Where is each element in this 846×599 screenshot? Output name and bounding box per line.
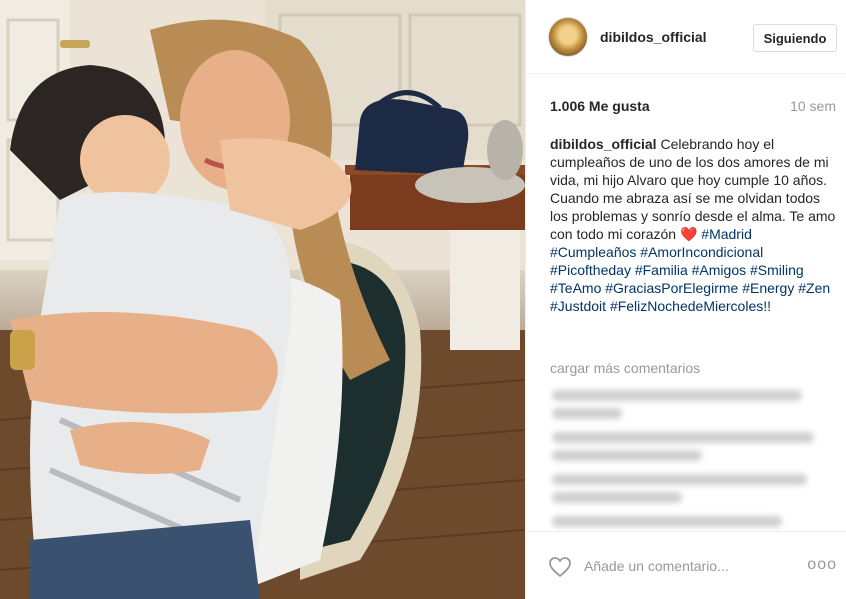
comment-input[interactable] bbox=[584, 554, 784, 578]
heart-outline-icon[interactable] bbox=[548, 556, 572, 578]
hashtag-link[interactable]: #Amigos bbox=[692, 262, 746, 278]
hashtag-link[interactable]: #AmorIncondicional bbox=[640, 244, 763, 260]
hashtag-link[interactable]: #Energy bbox=[742, 280, 794, 296]
blurred-comment-line bbox=[552, 432, 814, 443]
hashtag-link[interactable]: #GraciasPorElegirme bbox=[605, 280, 738, 296]
hashtag-link[interactable]: #Justdoit bbox=[550, 298, 606, 314]
blurred-comment-line bbox=[552, 408, 622, 419]
blurred-comment-line bbox=[552, 474, 807, 485]
hashtag-link[interactable]: #Zen bbox=[798, 280, 830, 296]
hashtag-link[interactable]: #Madrid bbox=[701, 226, 752, 242]
post-caption: dibildos_official Celebrando hoy el cump… bbox=[550, 135, 840, 315]
post-time[interactable]: 10 sem bbox=[790, 98, 836, 114]
comment-footer: ooo bbox=[526, 531, 846, 599]
avatar[interactable] bbox=[548, 17, 588, 57]
hashtag-link[interactable]: #Cumpleaños bbox=[550, 244, 636, 260]
hashtag-link[interactable]: #Smiling bbox=[750, 262, 804, 278]
like-count[interactable]: 1.006 Me gusta bbox=[550, 98, 650, 114]
following-button[interactable]: Siguiendo bbox=[753, 24, 837, 52]
blurred-comments bbox=[548, 380, 818, 540]
post-side-panel: dibildos_official Siguiendo 1.006 Me gus… bbox=[525, 0, 846, 599]
blurred-comment-line bbox=[552, 492, 682, 503]
hashtag-link[interactable]: #Picoftheday bbox=[550, 262, 631, 278]
load-more-comments[interactable]: cargar más comentarios bbox=[550, 360, 700, 376]
post-header: dibildos_official Siguiendo bbox=[526, 0, 846, 74]
more-options-icon[interactable]: ooo bbox=[807, 556, 837, 574]
blurred-comment-line bbox=[552, 516, 782, 527]
post-photo[interactable] bbox=[0, 0, 525, 599]
blurred-comment-line bbox=[552, 450, 702, 461]
username-link[interactable]: dibildos_official bbox=[600, 29, 707, 45]
blurred-comment-line bbox=[552, 390, 802, 401]
caption-username[interactable]: dibildos_official bbox=[550, 136, 657, 152]
hashtag-link[interactable]: #TeAmo bbox=[550, 280, 601, 296]
photo-illustration bbox=[0, 0, 525, 599]
hashtag-link[interactable]: #Familia bbox=[635, 262, 688, 278]
hashtag-link[interactable]: #FelizNochedeMiercoles!! bbox=[610, 298, 771, 314]
